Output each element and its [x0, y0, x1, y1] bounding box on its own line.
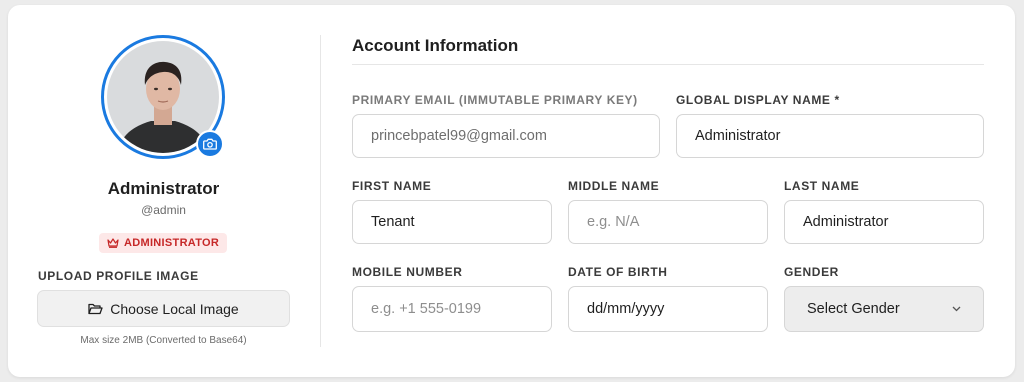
first-name-field[interactable]: [352, 200, 552, 244]
chevron-down-icon: [952, 306, 961, 312]
gender-label: GENDER: [784, 265, 839, 279]
display-name-field[interactable]: [676, 114, 984, 158]
crown-icon: [107, 238, 119, 248]
middle-name-field[interactable]: [568, 200, 768, 244]
gender-select[interactable]: Select Gender: [784, 286, 984, 332]
last-name-label: LAST NAME: [784, 179, 860, 193]
change-photo-button[interactable]: [196, 130, 224, 158]
profile-panel: Administrator @admin ADMINISTRATOR UPLOA…: [36, 5, 291, 377]
profile-name: Administrator: [107, 179, 220, 198]
avatar-container: [101, 35, 225, 159]
dob-label: DATE OF BIRTH: [568, 265, 668, 279]
upload-label: UPLOAD PROFILE IMAGE: [38, 269, 199, 283]
choose-image-label: Choose Local Image: [110, 300, 239, 317]
mobile-field[interactable]: [352, 286, 552, 332]
section-title: Account Information: [352, 36, 519, 55]
profile-handle: @admin: [141, 203, 186, 217]
first-name-label: FIRST NAME: [352, 179, 432, 193]
display-name-label: GLOBAL DISPLAY NAME *: [676, 93, 840, 107]
folder-open-icon: [88, 303, 103, 314]
role-badge: ADMINISTRATOR: [99, 233, 228, 253]
primary-email-field[interactable]: [352, 114, 660, 158]
choose-image-button[interactable]: Choose Local Image: [37, 290, 290, 327]
account-card: Administrator @admin ADMINISTRATOR UPLOA…: [8, 5, 1015, 377]
column-divider: [320, 35, 321, 347]
primary-email-label: PRIMARY EMAIL (IMMUTABLE PRIMARY KEY): [352, 93, 638, 107]
gender-select-value: Select Gender: [807, 301, 900, 317]
mobile-label: MOBILE NUMBER: [352, 265, 463, 279]
section-divider: [352, 64, 984, 65]
middle-name-label: MIDDLE NAME: [568, 179, 660, 193]
last-name-field[interactable]: [784, 200, 984, 244]
dob-field[interactable]: [568, 286, 768, 332]
camera-icon: [203, 138, 217, 150]
upload-hint: Max size 2MB (Converted to Base64): [80, 335, 247, 346]
role-badge-label: ADMINISTRATOR: [124, 237, 220, 249]
